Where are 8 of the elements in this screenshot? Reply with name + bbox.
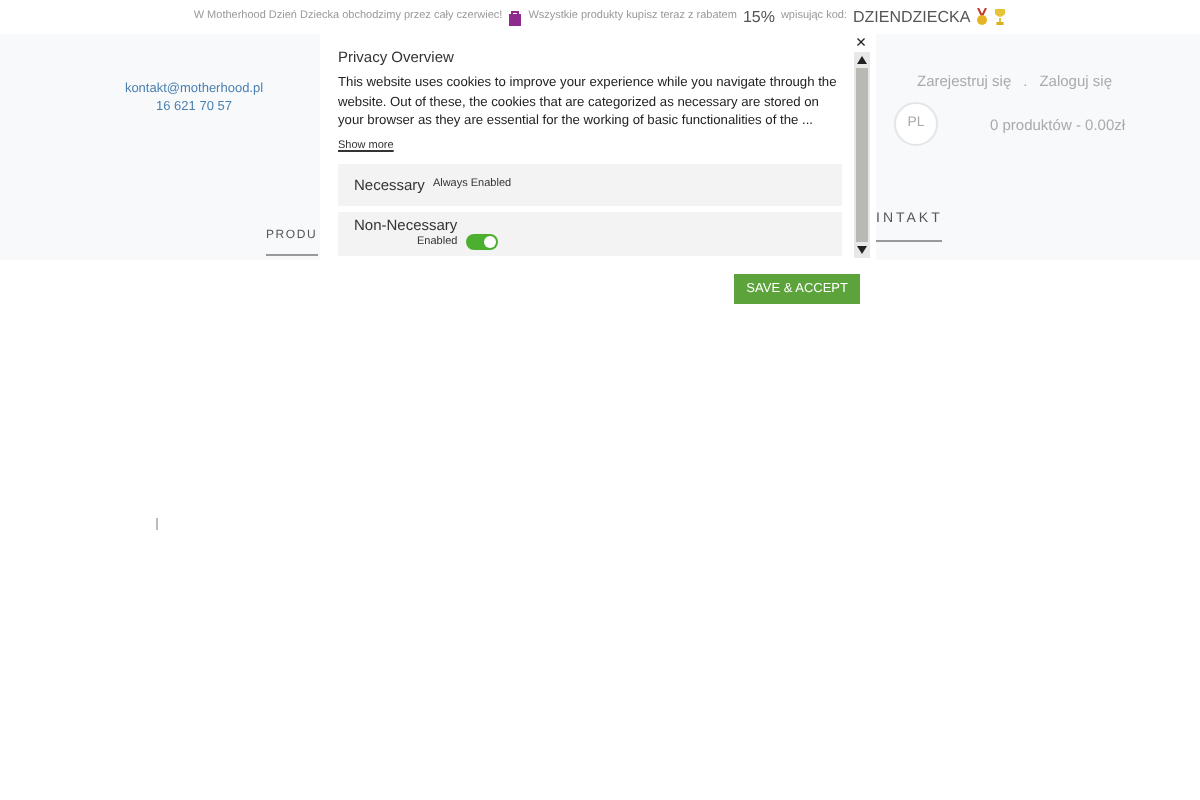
medal-icon <box>976 8 989 26</box>
toggle-switch[interactable] <box>465 233 498 250</box>
shopping-bag-icon <box>508 9 523 25</box>
promo-code: DZIENDZIECKA <box>852 5 971 29</box>
trophy-icon <box>994 8 1007 26</box>
scrollbar[interactable] <box>853 52 869 258</box>
discount-text: 15% <box>742 5 775 29</box>
close-button[interactable]: × <box>855 34 867 52</box>
